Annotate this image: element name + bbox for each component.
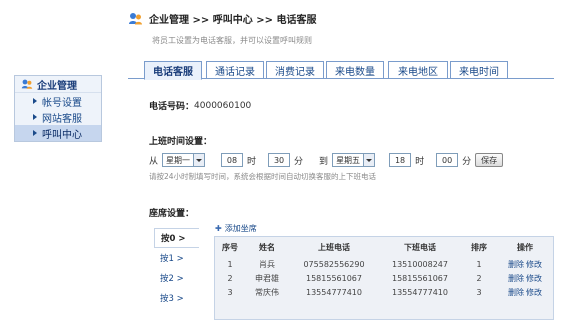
users-icon: [21, 78, 33, 90]
col-header-off-phone: 下班电话: [404, 242, 436, 252]
delete-link[interactable]: 删除: [508, 260, 524, 269]
breadcrumb: 企业管理 >> 呼叫中心 >> 电话客服: [149, 14, 317, 26]
cell-name: 常庆伟: [255, 287, 279, 297]
sidebar-item-label: 网站客服: [42, 113, 82, 125]
delete-link[interactable]: 删除: [508, 274, 524, 283]
table-row: 2 申君雄 15815561067 15815561067 2 删除 修改: [215, 271, 553, 285]
start-minute-input[interactable]: 30: [268, 153, 291, 167]
cell-off-phone: 15815561067: [392, 273, 448, 283]
page-description: 将员工设置为电话客服，并可以设置呼叫规则: [152, 36, 312, 45]
cell-work-phone: 15815561067: [306, 273, 362, 283]
start-day-select[interactable]: 星期一: [162, 153, 206, 167]
cell-work-phone: 075582556290: [303, 259, 365, 269]
sidebar-item-account-settings[interactable]: 帐号设置: [15, 93, 101, 109]
col-header-name: 姓名: [259, 242, 275, 252]
cell-work-phone: 13554777410: [306, 287, 362, 297]
cell-no: 1: [227, 259, 233, 269]
seat-settings-label: 座席设置：: [149, 209, 195, 219]
col-header-no: 序号: [222, 242, 238, 252]
seat-table: 序号 姓名 上班电话 下班电话 排序 操作 1 肖兵 075582556290 …: [215, 237, 553, 299]
key-item-2[interactable]: 按2 >: [154, 268, 198, 288]
users-icon: [128, 11, 143, 26]
table-row: 1 肖兵 075582556290 13510008247 1 删除 修改: [215, 257, 553, 271]
sidebar-item-call-center[interactable]: 呼叫中心: [15, 125, 101, 141]
sidebar-item-label: 呼叫中心: [42, 129, 82, 141]
delete-link[interactable]: 删除: [508, 288, 524, 297]
cell-order: 2: [476, 273, 482, 283]
add-seat-label: 添加坐席: [224, 224, 257, 233]
sidebar-header[interactable]: 企业管理: [15, 76, 101, 93]
sidebar-item-label: 帐号设置: [42, 97, 82, 109]
cell-actions: 删除 修改: [497, 285, 553, 299]
tab-bar: 电话客服 通话记录 消费记录 来电数量 来电地区 来电时间: [128, 60, 554, 80]
start-day-value: 星期一: [166, 155, 191, 165]
start-hour-input[interactable]: 08: [221, 153, 244, 167]
tab-call-count[interactable]: 来电数量: [326, 61, 384, 79]
hour-unit-label: 时: [415, 156, 425, 167]
worktime-row: 从 星期一 08 时 30 分 到 星期五 18 时 00 分 保存: [149, 153, 504, 167]
cell-actions: 删除 修改: [497, 257, 553, 271]
seat-table-panel: 序号 姓名 上班电话 下班电话 排序 操作 1 肖兵 075582556290 …: [214, 236, 554, 320]
cell-order: 3: [476, 287, 482, 297]
cell-actions: 删除 修改: [497, 271, 553, 285]
phone-number-value: 4000060100: [194, 100, 252, 111]
save-button[interactable]: 保存: [475, 153, 504, 167]
edit-link[interactable]: 修改: [526, 288, 542, 297]
tab-consumption-records[interactable]: 消费记录: [266, 61, 324, 79]
cell-off-phone: 13554777410: [392, 287, 448, 297]
page-header: 企业管理 >> 呼叫中心 >> 电话客服: [128, 9, 316, 27]
cell-order: 1: [476, 259, 482, 269]
chevron-down-icon: [363, 154, 375, 166]
tab-call-records[interactable]: 通话记录: [206, 61, 264, 79]
to-label: 到: [319, 156, 329, 167]
edit-link[interactable]: 修改: [526, 260, 542, 269]
edit-link[interactable]: 修改: [526, 274, 542, 283]
key-item-3[interactable]: 按3 >: [154, 288, 198, 308]
arrow-right-icon: [33, 98, 37, 104]
cell-off-phone: 13510008247: [392, 259, 448, 269]
arrow-right-icon: [33, 130, 37, 136]
end-minute-input[interactable]: 00: [436, 153, 459, 167]
phone-number-row: 电话号码： 4000060100: [149, 99, 252, 113]
minute-unit-label: 分: [462, 156, 472, 167]
col-header-actions: 操作: [517, 242, 533, 252]
key-item-1[interactable]: 按1 >: [154, 248, 198, 268]
worktime-hint: 请按24小时制填写时间，系统会根据时间自动切换客服的上下班电话: [149, 172, 377, 181]
sidebar-item-web-service[interactable]: 网站客服: [15, 109, 101, 125]
tab-call-region[interactable]: 来电地区: [388, 61, 448, 79]
col-header-order: 排序: [471, 242, 487, 252]
hour-unit-label: 时: [247, 156, 257, 167]
add-seat-link[interactable]: ✚ 添加坐席: [215, 223, 257, 234]
plus-icon: ✚: [215, 224, 222, 233]
cell-no: 2: [227, 273, 233, 283]
end-day-value: 星期五: [336, 155, 361, 165]
table-header-row: 序号 姓名 上班电话 下班电话 排序 操作: [215, 237, 553, 257]
end-hour-input[interactable]: 18: [389, 153, 412, 167]
key-item-0[interactable]: 按0 >: [154, 228, 199, 248]
from-label: 从: [149, 156, 159, 167]
chevron-down-icon: [193, 154, 205, 166]
table-row: 3 常庆伟 13554777410 13554777410 3 删除 修改: [215, 285, 553, 299]
sidebar-title: 企业管理: [37, 80, 77, 92]
cell-name: 申君雄: [255, 273, 279, 283]
tab-phone-service[interactable]: 电话客服: [144, 61, 202, 80]
cell-name: 肖兵: [259, 259, 275, 269]
minute-unit-label: 分: [294, 156, 304, 167]
key-list: 按0 > 按1 > 按2 > 按3 >: [154, 228, 199, 320]
sidebar: 企业管理 帐号设置 网站客服 呼叫中心: [14, 75, 102, 142]
phone-number-label: 电话号码：: [149, 102, 195, 112]
cell-no: 3: [227, 287, 233, 297]
worktime-label: 上班时间设置：: [149, 137, 213, 147]
col-header-work-phone: 上班电话: [318, 242, 350, 252]
tab-call-time[interactable]: 来电时间: [450, 61, 508, 79]
end-day-select[interactable]: 星期五: [332, 153, 376, 167]
arrow-right-icon: [33, 114, 37, 120]
